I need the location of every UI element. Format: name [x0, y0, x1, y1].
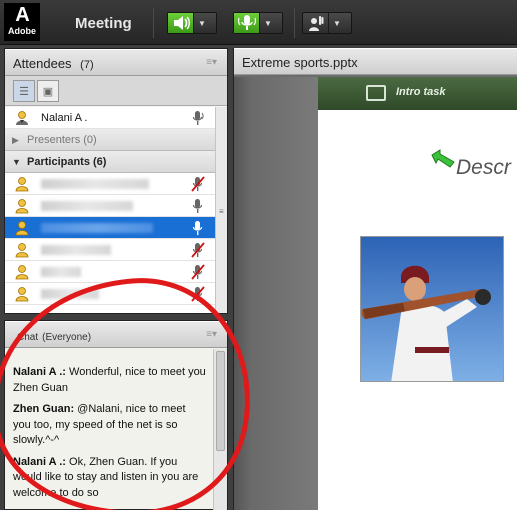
- user-icon: [15, 221, 29, 236]
- chevron-down-icon[interactable]: ▼: [260, 13, 276, 33]
- user-icon: [15, 177, 29, 192]
- microphone-icon: [192, 199, 203, 213]
- raise-hand-button[interactable]: ▼: [302, 12, 352, 34]
- slide-header-band: Intro task: [318, 77, 517, 110]
- meeting-menu[interactable]: Meeting: [75, 15, 132, 32]
- microphone-muted-icon: [191, 176, 205, 192]
- chat-sender: Nalani A .:: [13, 366, 66, 378]
- share-pod-header: Extreme sports.pptx: [234, 48, 517, 75]
- participant-name: [41, 289, 99, 299]
- microphone-icon: [192, 221, 203, 235]
- user-icon: [15, 287, 29, 302]
- speaker-icon[interactable]: [168, 13, 194, 33]
- chat-messages: Nalani A .: Wonderful, nice to meet you …: [5, 349, 213, 510]
- attendees-count: (7): [80, 59, 94, 71]
- participant-row[interactable]: [5, 173, 215, 195]
- task-icon: [366, 85, 386, 101]
- speaker-button[interactable]: ▼: [167, 12, 217, 34]
- top-menu-bar: A Adobe Meeting ▼ ▼ ▼: [0, 0, 517, 45]
- chat-message: Nalani A .: Ok, Zhen Guan. If you would …: [13, 455, 206, 502]
- attendees-title: Attendees: [13, 56, 72, 71]
- status-view-icon[interactable]: ▣: [37, 80, 59, 102]
- chat-sender: Nalani A .:: [13, 455, 66, 468]
- raise-hand-icon[interactable]: [303, 13, 329, 33]
- participant-row[interactable]: [5, 239, 215, 261]
- participant-row[interactable]: [5, 283, 215, 305]
- toolbar-divider: [153, 8, 154, 38]
- attendees-pod-header: Attendees (7) ≡▾: [5, 49, 227, 76]
- pod-options-icon[interactable]: ≡▾: [206, 329, 217, 340]
- chat-message: Zhen Guan: @Nalani, nice to meet you too…: [13, 402, 206, 449]
- list-view-icon[interactable]: ☰: [13, 80, 35, 102]
- microphone-button[interactable]: ▼: [233, 12, 283, 34]
- adobe-connect-window: A Adobe Meeting ▼ ▼ ▼ Attendees (7) ≡▾ ☰…: [0, 0, 517, 510]
- adobe-logo: A Adobe: [4, 3, 40, 41]
- attendee-row-host[interactable]: Nalani A .: [5, 107, 215, 129]
- host-user-icon: [16, 111, 28, 125]
- participant-row[interactable]: [5, 261, 215, 283]
- presenters-group[interactable]: ▶ Presenters (0): [5, 129, 215, 151]
- participant-name: [41, 223, 153, 233]
- pod-options-icon[interactable]: ≡▾: [206, 57, 217, 68]
- chevron-down-icon: ▼: [12, 157, 21, 167]
- microphone-muted-icon: [191, 264, 205, 280]
- slide-band-label: Intro task: [396, 86, 446, 98]
- microphone-active-icon: [192, 111, 204, 125]
- user-icon: [15, 199, 29, 214]
- adobe-logo-mark: A: [15, 4, 29, 26]
- slide-title: Descr: [456, 156, 511, 179]
- chat-pod-header: Chat (Everyone) ≡▾: [5, 321, 227, 348]
- chat-message: Nalani A .: Wonderful, nice to meet you …: [13, 365, 206, 396]
- green-arrow-icon: [431, 149, 455, 168]
- user-icon: [15, 243, 29, 258]
- microphone-muted-icon: [191, 286, 205, 302]
- chat-scrollbar[interactable]: [213, 349, 227, 510]
- presentation-slide: Intro task Descr: [318, 77, 517, 510]
- participant-row[interactable]: [5, 195, 215, 217]
- scroll-grip-icon: ≡: [219, 207, 224, 216]
- chat-pod: Chat (Everyone) ≡▾ Nalani A .: Wonderful,…: [4, 320, 228, 510]
- share-title: Extreme sports.pptx: [242, 55, 358, 70]
- chat-scroll-thumb[interactable]: [216, 351, 225, 451]
- toolbar-divider: [294, 8, 295, 38]
- chevron-down-icon[interactable]: ▼: [329, 13, 345, 33]
- host-name: Nalani A .: [41, 112, 88, 124]
- adobe-logo-word: Adobe: [8, 26, 36, 36]
- chevron-down-icon[interactable]: ▼: [194, 13, 210, 33]
- share-background: [234, 77, 318, 510]
- share-pod: Extreme sports.pptx Intro task Descr: [233, 48, 517, 510]
- participant-name: [41, 179, 149, 189]
- chevron-right-icon: ▶: [12, 135, 19, 145]
- baseball-player-image: [360, 236, 504, 382]
- participant-name: [41, 201, 133, 211]
- participants-group[interactable]: ▼ Participants (6): [5, 151, 215, 173]
- participant-name: [41, 267, 81, 277]
- chat-audience[interactable]: (Everyone): [42, 332, 91, 343]
- chat-sender: Zhen Guan:: [13, 403, 75, 415]
- user-icon: [15, 265, 29, 280]
- attendees-pod: Attendees (7) ≡▾ ☰ ▣ Nalani A . ▶ Presen…: [4, 48, 228, 314]
- participant-row-selected[interactable]: [5, 217, 215, 239]
- attendee-list-scrollbar[interactable]: ≡: [215, 107, 227, 313]
- microphone-icon[interactable]: [234, 13, 260, 33]
- microphone-muted-icon: [191, 242, 205, 258]
- participants-label: Participants (6): [27, 156, 107, 168]
- presenters-label: Presenters (0): [27, 134, 97, 146]
- participant-name: [41, 245, 111, 255]
- attendee-list: Nalani A . ▶ Presenters (0) ▼ Participan…: [5, 107, 215, 313]
- chat-title: Chat: [17, 332, 39, 343]
- attendees-view-toolbar: ☰ ▣: [5, 76, 227, 106]
